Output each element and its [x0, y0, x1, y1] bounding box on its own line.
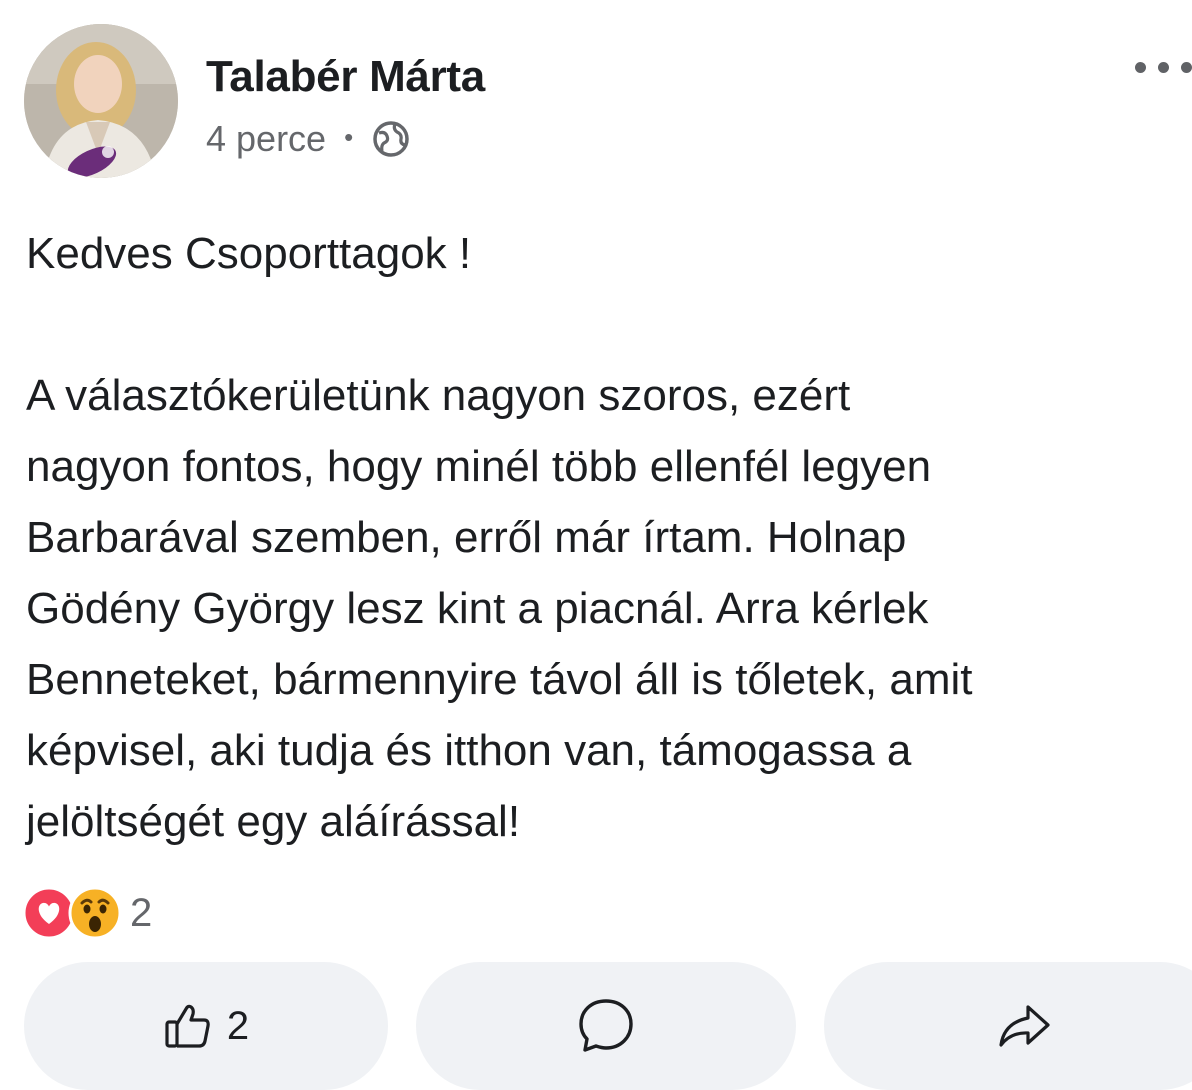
like-button[interactable]: 2: [24, 962, 388, 1090]
more-dot-icon: [1181, 62, 1192, 73]
post-greeting: Kedves Csoporttagok !: [26, 229, 472, 278]
more-options-button[interactable]: [1135, 62, 1192, 73]
post-body: A választókerületünk nagyon szoros, ezér…: [26, 371, 973, 846]
author-avatar[interactable]: [24, 24, 178, 178]
reaction-count: 2: [130, 890, 153, 935]
reactions-summary[interactable]: 2: [22, 886, 152, 940]
post-meta: 4 perce •: [206, 118, 411, 160]
more-dot-icon: [1158, 62, 1169, 73]
like-count: 2: [226, 1003, 250, 1048]
meta-separator: •: [344, 121, 354, 152]
post-time[interactable]: 4 perce: [206, 118, 326, 160]
post-text: Kedves Csoporttagok ! A választókerületü…: [26, 218, 1192, 857]
thumbs-up-icon: [165, 1004, 210, 1048]
action-bar: 2: [24, 962, 1192, 1090]
author-name[interactable]: Talabér Márta: [206, 52, 485, 102]
globe-icon[interactable]: [371, 119, 411, 159]
more-dot-icon: [1135, 62, 1146, 73]
comment-button[interactable]: [416, 962, 796, 1090]
avatar-photo: [24, 24, 178, 178]
share-button[interactable]: [824, 962, 1192, 1090]
wow-reaction-icon: [68, 886, 122, 940]
facebook-post: Talabér Márta 4 perce • Kedves Csoportta…: [0, 0, 1192, 1090]
comment-bubble-icon: [579, 999, 633, 1052]
share-arrow-icon: [999, 1005, 1050, 1047]
